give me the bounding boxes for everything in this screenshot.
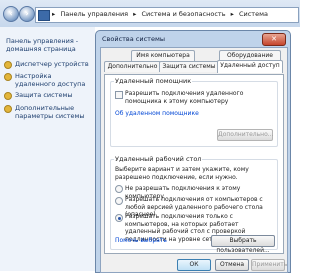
breadcrumb-system[interactable]: Система xyxy=(239,10,268,18)
device-manager-icon xyxy=(4,61,12,69)
sidebar-item-system-protection[interactable]: Защита системы xyxy=(4,91,94,100)
sidebar-item-label: Диспетчер устройств xyxy=(15,60,89,68)
close-icon: ✕ xyxy=(271,35,277,43)
breadcrumb-system-security[interactable]: Система и безопасность xyxy=(142,10,226,18)
sidebar-item-label: Настройка удаленного доступа xyxy=(15,72,86,88)
tab-remote[interactable]: Удаленный доступ xyxy=(217,60,283,73)
option-any-version-radio[interactable] xyxy=(115,197,123,205)
system-protection-icon xyxy=(4,92,12,100)
remote-settings-icon xyxy=(4,73,12,81)
tab-computer-name[interactable]: Имя компьютера xyxy=(131,50,195,61)
breadcrumb[interactable]: ▸ Панель управления ▸ Система и безопасн… xyxy=(35,7,299,23)
option-deny-radio[interactable] xyxy=(115,185,123,193)
cancel-button[interactable]: Отмена xyxy=(215,259,249,271)
back-button[interactable]: ‹ xyxy=(3,6,19,22)
sidebar: Панель управления - домашняя страница Ди… xyxy=(0,27,95,271)
remote-desktop-title: Удаленный рабочий стол xyxy=(114,155,203,163)
sidebar-item-remote-settings[interactable]: Настройка удаленного доступа xyxy=(4,72,94,88)
allow-assistance-checkbox[interactable] xyxy=(115,91,123,99)
option-nla-radio[interactable] xyxy=(115,214,123,222)
ok-button[interactable]: ОК xyxy=(177,259,211,271)
sidebar-item-device-manager[interactable]: Диспетчер устройств xyxy=(4,60,94,69)
tab-advanced[interactable]: Дополнительно xyxy=(104,61,161,72)
sidebar-item-label: Защита системы xyxy=(15,91,73,99)
remote-desktop-intro: Выберите вариант и затем укажите, кому р… xyxy=(115,166,249,181)
forward-button[interactable]: › xyxy=(19,6,35,22)
about-assistance-link[interactable]: Об удаленном помощнике xyxy=(115,110,199,117)
assistance-advanced-button[interactable]: Дополнительно... xyxy=(217,129,273,141)
address-bar: ‹ › ▸ Панель управления ▸ Система и безо… xyxy=(0,0,300,27)
breadcrumb-sep-icon: ▸ xyxy=(52,10,56,18)
select-users-button[interactable]: Выбрать пользователей... xyxy=(211,235,275,254)
system-properties-dialog: Свойства системы ✕ Имя компьютера Оборуд… xyxy=(95,30,291,273)
breadcrumb-control-panel[interactable]: Панель управления xyxy=(60,10,128,18)
sidebar-item-advanced-settings[interactable]: Дополнительные параметры системы xyxy=(4,104,94,120)
help-choose-link[interactable]: Помочь выбрать xyxy=(115,237,167,244)
remote-assistance-title: Удаленный помощник xyxy=(114,77,193,85)
dialog-body: Имя компьютера Оборудование Дополнительн… xyxy=(100,47,288,273)
allow-assistance-label: Разрешить подключения удаленного помощни… xyxy=(125,90,244,105)
sidebar-home-link[interactable]: Панель управления - домашняя страница xyxy=(6,37,91,53)
control-panel-icon xyxy=(38,10,50,21)
apply-button[interactable]: Применить xyxy=(251,259,287,271)
remote-panel: Удаленный помощник Разрешить подключения… xyxy=(104,74,284,254)
close-button[interactable]: ✕ xyxy=(262,33,286,46)
sidebar-item-label: Дополнительные параметры системы xyxy=(15,104,85,120)
dialog-title: Свойства системы xyxy=(102,35,166,43)
tab-system-protection[interactable]: Защита системы xyxy=(159,61,219,72)
breadcrumb-sep-icon: ▸ xyxy=(133,10,137,18)
advanced-settings-icon xyxy=(4,105,12,113)
breadcrumb-sep-icon: ▸ xyxy=(230,10,234,18)
